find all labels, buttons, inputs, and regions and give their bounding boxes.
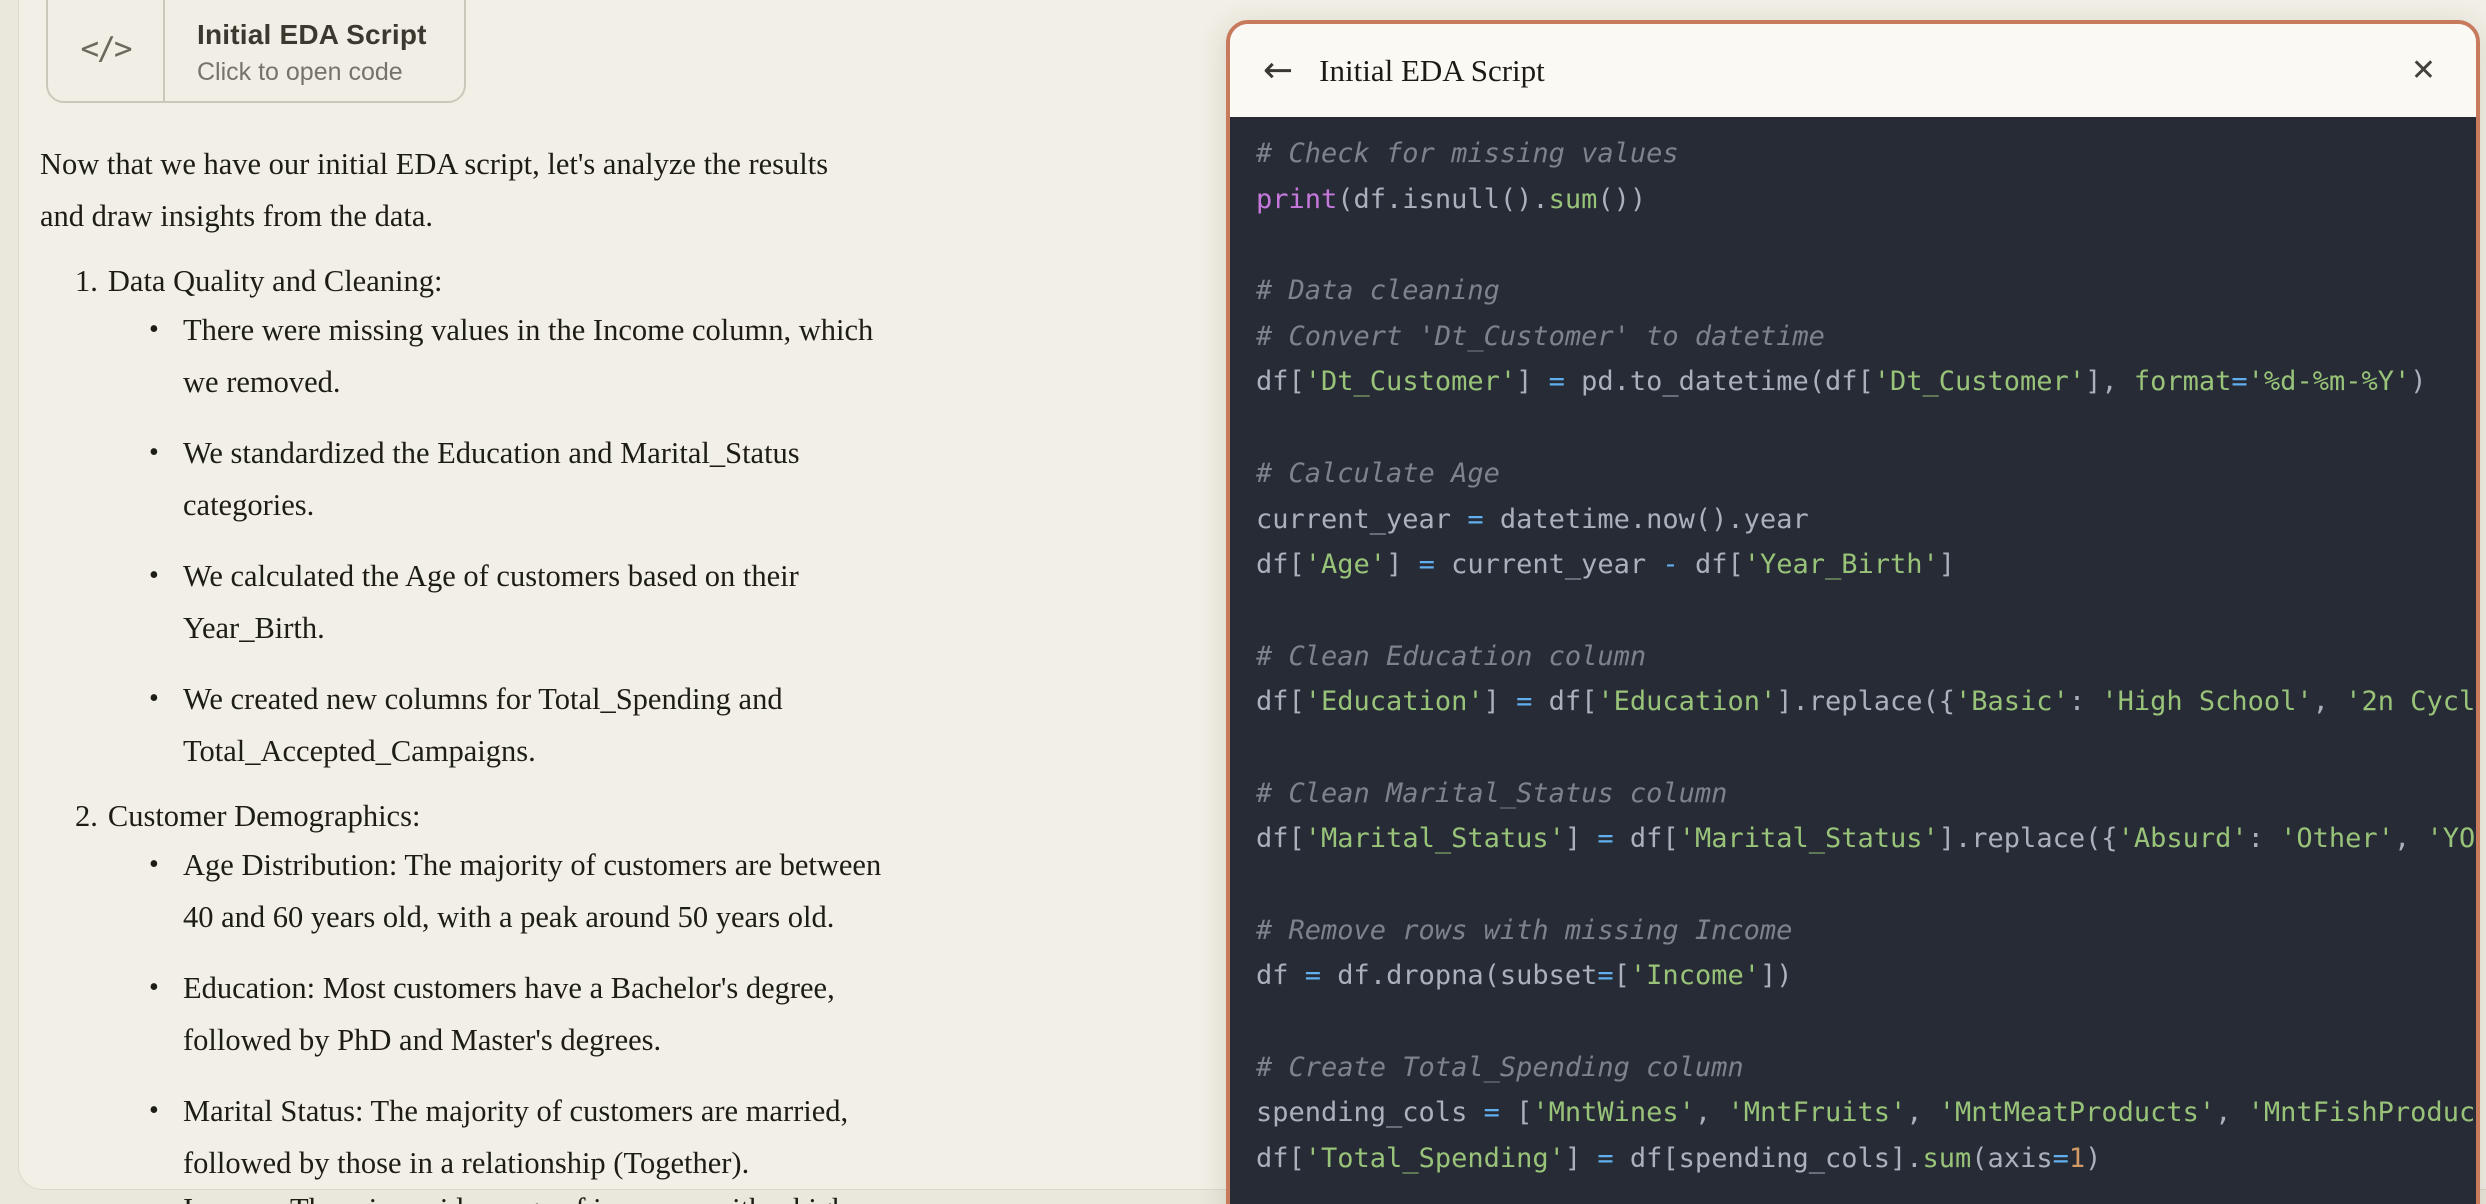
close-button[interactable]: ✕ — [2410, 52, 2436, 88]
code-line: current_year = datetime.now().year — [1256, 503, 1809, 535]
code-artifact-chip-body: Initial EDA Script Click to open code — [165, 0, 464, 101]
item-number: 1. — [75, 264, 98, 298]
code-line: # Data cleaning — [1256, 275, 1500, 307]
numbered-item: 1. Data Quality and Cleaning: — [75, 258, 1200, 304]
list-item: We calculated the Age of customers based… — [75, 550, 1200, 654]
code-line: # Clean Marital_Status column — [1256, 777, 1728, 809]
code-artifact-chip[interactable]: </> Initial EDA Script Click to open cod… — [46, 0, 466, 103]
list-item: We created new columns for Total_Spendin… — [75, 673, 1200, 777]
message-intro: Now that we have our initial EDA script,… — [40, 147, 829, 233]
code-line: print(df.isnull().sum()) — [1256, 183, 1647, 215]
list-item: There were missing values in the Income … — [75, 304, 1200, 408]
bullet-list: There were missing values in the Income … — [75, 304, 1200, 777]
code-line: df = df.dropna(subset=['Income']) — [1256, 960, 1793, 992]
code-line: df['Age'] = current_year - df['Year_Birt… — [1256, 549, 1956, 581]
code-line: df['Dt_Customer'] = pd.to_datetime(df['D… — [1256, 366, 2427, 398]
item-title: Customer Demographics: — [107, 799, 421, 833]
artifact-panel-title: Initial EDA Script — [1319, 52, 1545, 88]
code-line: # Calculate Age — [1256, 457, 1500, 489]
artifact-chip-title: Initial EDA Script — [197, 18, 427, 50]
code-line: # Remove rows with missing Income — [1256, 914, 1793, 946]
numbered-item: 2. Customer Demographics: — [75, 793, 1200, 839]
item-number: 2. — [75, 799, 98, 833]
code-editor[interactable]: # Check for missing values print(df.isnul… — [1230, 117, 2476, 1204]
code-icon-glyph: </> — [80, 30, 133, 67]
list-section-data-quality: 1. Data Quality and Cleaning: There were… — [40, 258, 1200, 777]
artifact-panel: ← Initial EDA Script ✕ # Check for missi… — [1226, 20, 2480, 1204]
code-line: # Create Total_Spending column — [1256, 1051, 1744, 1083]
list-item: Education: Most customers have a Bachelo… — [75, 962, 1200, 1066]
close-icon: ✕ — [2410, 52, 2436, 88]
artifact-panel-header: ← Initial EDA Script ✕ — [1230, 24, 2476, 117]
assistant-message: Now that we have our initial EDA script,… — [40, 128, 1200, 1204]
item-title: Data Quality and Cleaning: — [107, 264, 443, 298]
code-line: df['Marital_Status'] = df['Marital_Statu… — [1256, 823, 2476, 855]
back-button[interactable]: ← — [1263, 49, 1294, 91]
list-item: Age Distribution: The majority of custom… — [75, 839, 1200, 943]
list-item: Income: There is a wide range of incomes… — [75, 1183, 1200, 1204]
code-line: # Clean Education column — [1256, 640, 1647, 672]
code-line: df['Education'] = df['Education'].replac… — [1256, 686, 2476, 718]
code-icon: </> — [48, 0, 165, 101]
list-section-demographics: 2. Customer Demographics: Age Distributi… — [40, 793, 1200, 1204]
code-line: # Check for missing values — [1256, 138, 1679, 169]
list-item: We standardized the Education and Marita… — [75, 427, 1200, 531]
code-line: # Convert 'Dt_Customer' to datetime — [1256, 320, 1825, 352]
code-line: df['Total_Spending'] = df[spending_cols]… — [1256, 1143, 2102, 1175]
list-item: Marital Status: The majority of customer… — [75, 1085, 1200, 1189]
bullet-list: Age Distribution: The majority of custom… — [75, 839, 1200, 1204]
artifact-chip-subtitle: Click to open code — [197, 57, 403, 86]
code-line: spending_cols = ['MntWines', 'MntFruits'… — [1256, 1097, 2476, 1129]
back-arrow-icon: ← — [1263, 49, 1294, 91]
